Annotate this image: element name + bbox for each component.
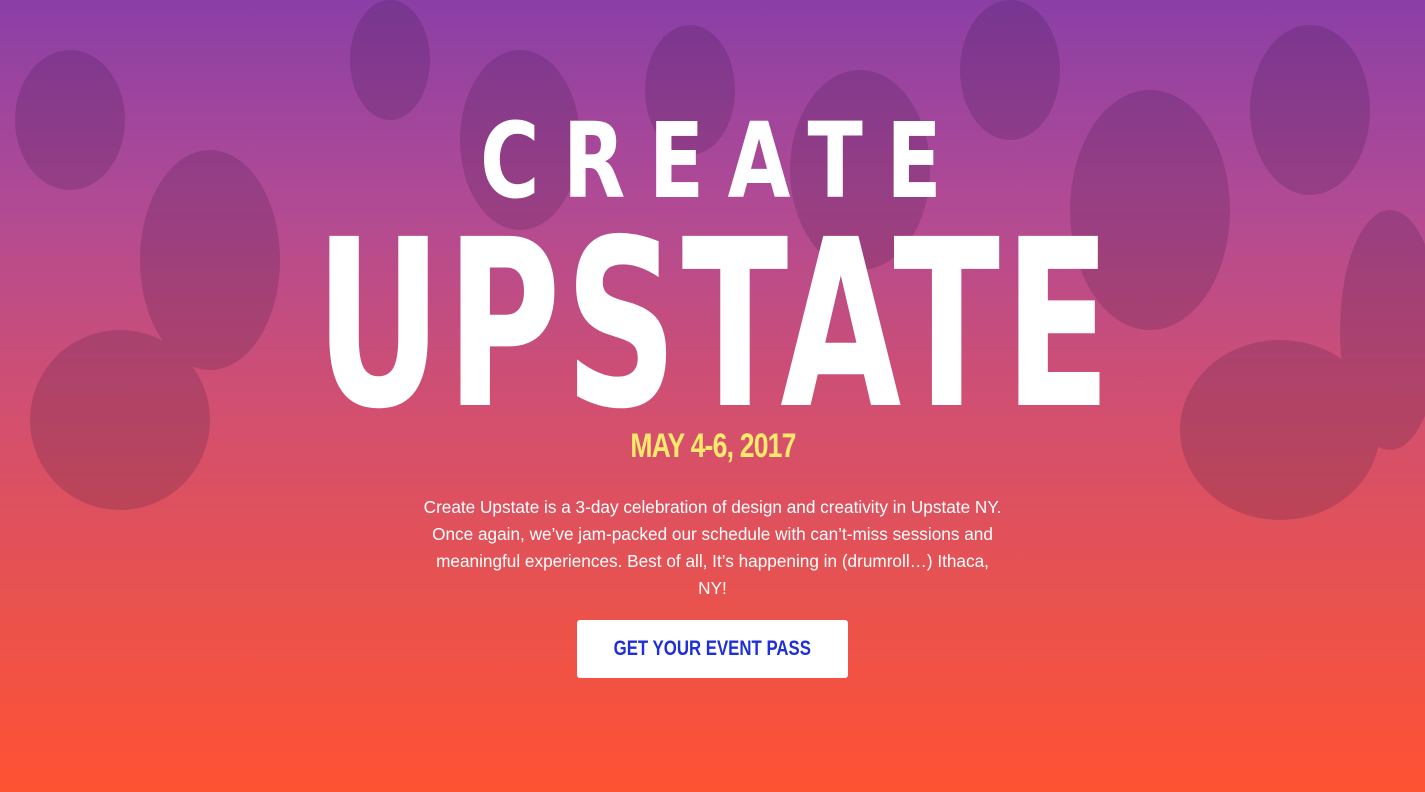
get-event-pass-button[interactable]: GET YOUR EVENT PASS <box>577 620 848 678</box>
logo-word-upstate-text: UPSTATE <box>315 225 1115 440</box>
event-date: MAY 4-6, 2017 <box>0 424 1425 468</box>
event-description: Create Upstate is a 3-day celebration of… <box>423 497 1002 598</box>
hero-section: CREATE UPSTATE MAY 4-6, 2017 Create Upst… <box>0 0 1425 792</box>
logo-word-upstate: UPSTATE <box>315 225 1115 440</box>
get-event-pass-label: GET YOUR EVENT PASS <box>613 637 812 660</box>
logo-word-create: CREATE <box>480 100 966 222</box>
event-date-text: MAY 4-6, 2017 <box>629 427 796 465</box>
